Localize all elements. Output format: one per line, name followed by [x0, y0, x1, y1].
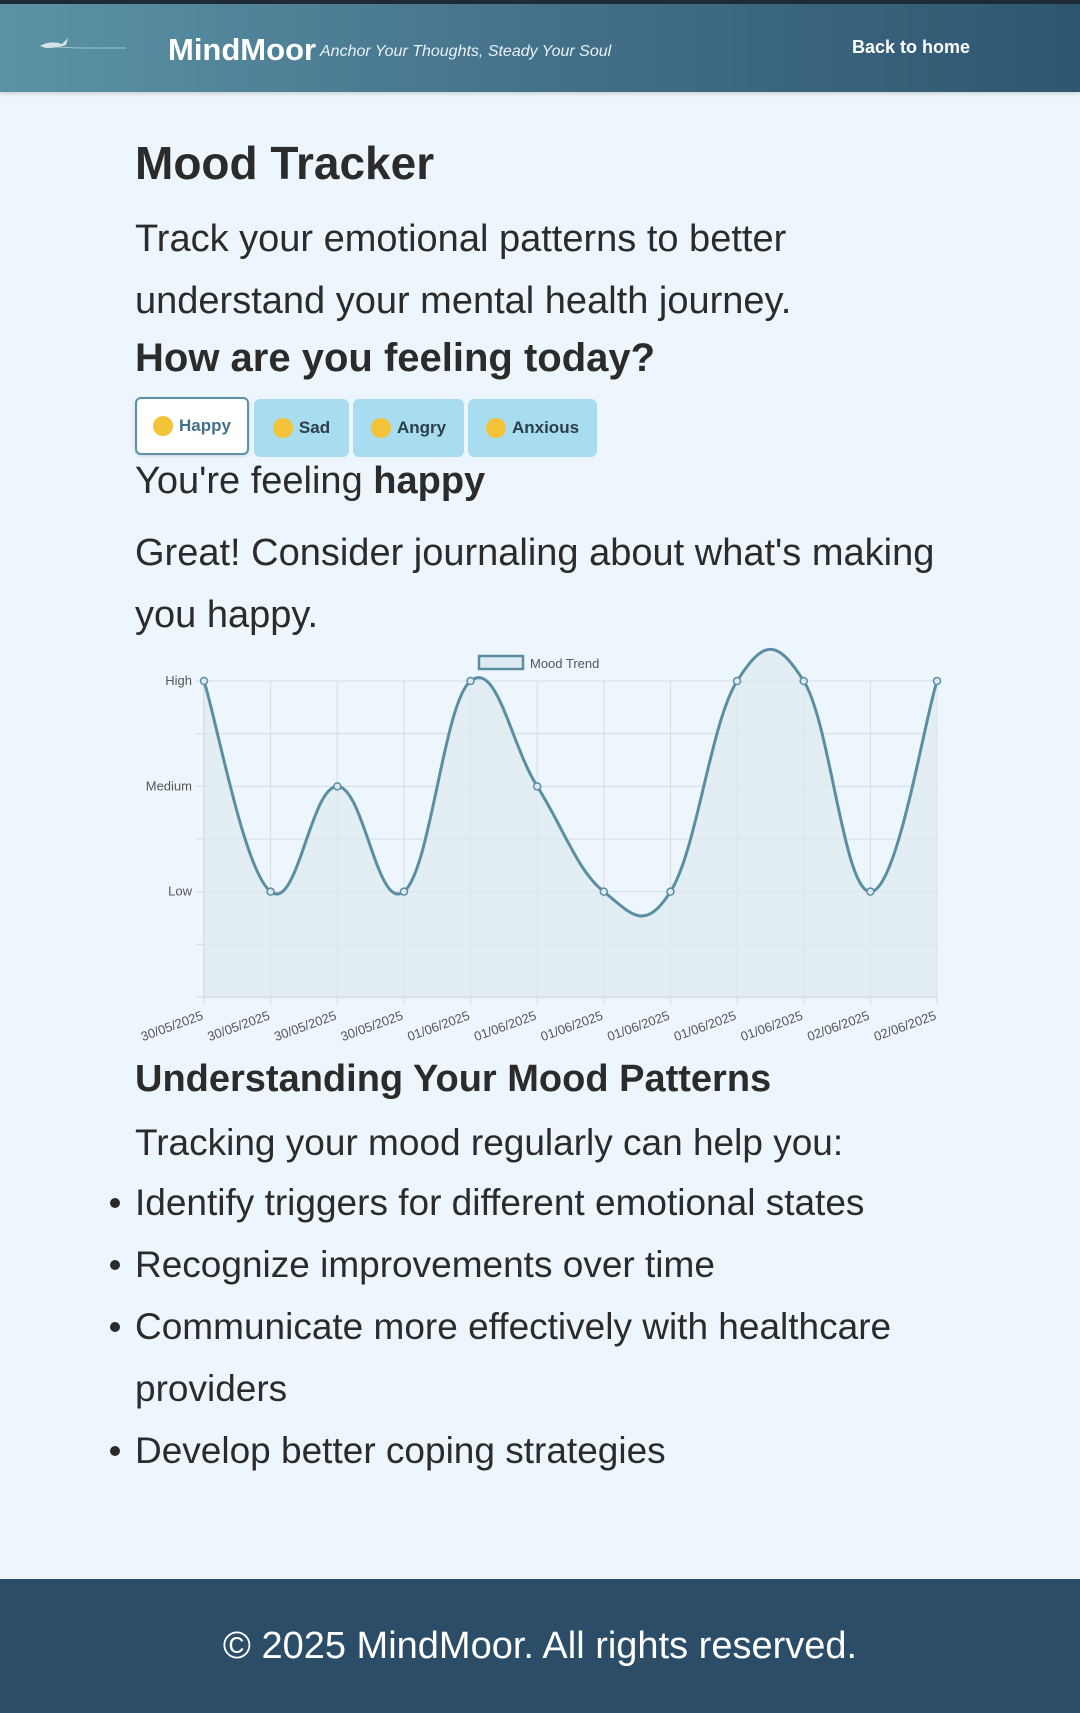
x-tick-label: 02/06/2025	[805, 1008, 871, 1044]
x-tick-label: 30/05/2025	[139, 1008, 205, 1044]
page-title: Mood Tracker	[135, 137, 435, 189]
angry-face-icon	[370, 418, 391, 438]
list-item: Identify triggers for different emotiona…	[110, 1172, 955, 1234]
patterns-intro: Tracking your mood regularly can help yo…	[135, 1122, 844, 1163]
x-tick-label: 02/06/2025	[872, 1008, 938, 1044]
legend-swatch	[477, 654, 525, 671]
site-header: MindMoor Anchor Your Thoughts, Steady Yo…	[0, 4, 1080, 92]
feeling-question: How are you feeling today?	[135, 336, 656, 380]
x-tick-label: 01/06/2025	[539, 1008, 605, 1044]
legend-label: Mood Trend	[530, 656, 599, 671]
data-point	[333, 782, 342, 791]
anxious-face-icon	[485, 418, 506, 438]
benefits-list: Identify triggers for different emotiona…	[110, 1172, 955, 1482]
mood-button-sad[interactable]: Sad	[254, 399, 349, 457]
feeling-prefix: You're feeling	[135, 460, 374, 502]
y-tick-label: Low	[168, 884, 192, 899]
mood-label: Angry	[396, 418, 447, 437]
mood-label: Anxious	[511, 418, 580, 437]
site-footer: © 2025 MindMoor. All rights reserved.	[0, 1579, 1080, 1713]
crying-face-icon	[272, 418, 293, 438]
data-point	[732, 676, 742, 686]
smiling-face-icon	[153, 416, 174, 436]
brand-tagline: Anchor Your Thoughts, Steady Your Soul	[320, 43, 612, 60]
y-tick-label: High	[165, 673, 192, 688]
bird-logo-icon	[40, 38, 126, 49]
mood-button-happy[interactable]: Happy	[135, 397, 249, 455]
x-tick-label: 30/05/2025	[272, 1008, 338, 1044]
data-point	[599, 887, 609, 896]
intro-text: Track your emotional patterns to better …	[135, 218, 792, 322]
feeling-value: happy	[373, 460, 486, 502]
mood-button-anxious[interactable]: Anxious	[468, 399, 597, 457]
mood-button-angry[interactable]: Angry	[353, 399, 464, 457]
data-point	[799, 676, 808, 686]
x-tick-label: 01/06/2025	[672, 1008, 738, 1044]
x-tick-label: 30/05/2025	[339, 1008, 405, 1044]
x-tick-label: 30/05/2025	[205, 1008, 271, 1044]
patterns-heading: Understanding Your Mood Patterns	[135, 1058, 772, 1100]
data-point	[466, 676, 475, 686]
data-point	[932, 676, 942, 686]
current-feeling: You're feeling happy	[135, 460, 485, 503]
data-point	[666, 887, 675, 896]
data-point	[266, 887, 275, 896]
back-to-home-link[interactable]: Back to home	[852, 37, 970, 58]
data-point	[399, 887, 409, 896]
y-tick-label: Medium	[146, 778, 192, 793]
mood-label: Happy	[179, 416, 231, 435]
data-point	[866, 887, 875, 896]
mood-advice: Great! Consider journaling about what's …	[135, 532, 935, 636]
brand-name[interactable]: MindMoor	[168, 32, 316, 68]
mood-label: Sad	[298, 418, 331, 437]
data-point	[532, 782, 542, 791]
copyright-text: © 2025 MindMoor. All rights reserved.	[222, 1624, 858, 1667]
x-tick-label: 01/06/2025	[738, 1008, 804, 1044]
x-tick-label: 01/06/2025	[405, 1008, 471, 1044]
x-tick-label: 01/06/2025	[605, 1008, 671, 1044]
mood-area-fill	[204, 649, 937, 997]
list-item: Communicate more effectively with health…	[110, 1296, 955, 1420]
data-point	[199, 676, 209, 686]
list-item: Recognize improvements over time	[110, 1234, 955, 1296]
mood-trend-line	[202, 648, 939, 918]
list-item: Develop better coping strategies	[110, 1420, 955, 1482]
x-tick-label: 01/06/2025	[472, 1008, 538, 1044]
